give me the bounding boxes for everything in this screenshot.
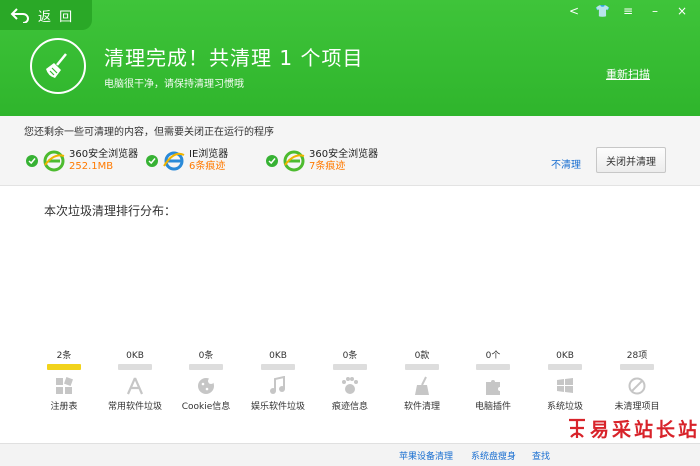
category-bar	[548, 364, 582, 370]
running-program-item: 360安全浏览器 7条痕迹	[266, 146, 378, 176]
cookie-icon	[198, 378, 214, 394]
running-programs-panel: 您还剩余一些可清理的内容，但需要关闭正在运行的程序 360安全浏览器 252.1…	[0, 116, 700, 186]
ranking-title: 本次垃圾清理排行分布：	[44, 204, 177, 218]
category-label: Cookie信息	[181, 402, 231, 412]
program-name: IE浏览器	[189, 149, 229, 160]
category-label: 系统垃圾	[546, 402, 583, 412]
footer-bar: 苹果设备清理 系统盘瘦身 查找	[0, 443, 700, 466]
category-value: 0KB	[556, 351, 574, 361]
program-name: 360安全浏览器	[309, 149, 379, 160]
watermark-text: 易采站长站	[589, 418, 700, 441]
broom-icon	[46, 53, 67, 78]
category-registry[interactable]: 2条注册表	[28, 350, 100, 412]
puzzle-icon	[486, 380, 500, 395]
category-value: 28项	[626, 351, 648, 361]
minimize-icon[interactable]: –	[649, 3, 661, 19]
window-controls: < 👕 ≡ – ×	[568, 3, 688, 19]
check-icon	[26, 155, 38, 167]
share-icon[interactable]: <	[568, 3, 580, 19]
category-bar	[620, 364, 654, 370]
category-bar	[261, 364, 295, 370]
category-value: 0条	[342, 351, 358, 361]
category-value: 0个	[485, 351, 501, 361]
back-button[interactable]: 返 回	[0, 0, 92, 30]
category-label: 电脑插件	[474, 402, 511, 412]
windows-icon	[557, 378, 573, 393]
broom-icon	[415, 376, 429, 395]
check-icon	[146, 155, 158, 167]
ie-browser-icon	[163, 151, 185, 171]
skin-icon[interactable]: 👕	[595, 3, 610, 19]
category-label: 软件清理	[403, 402, 440, 412]
category-label: 痕迹信息	[331, 402, 368, 412]
category-label: 未清理项目	[614, 402, 660, 412]
category-bar	[333, 364, 367, 370]
registry-icon	[56, 377, 73, 394]
running-notice: 您还剩余一些可清理的内容，但需要关闭正在运行的程序	[24, 127, 274, 138]
category-value: 0条	[198, 351, 214, 361]
category-footprint[interactable]: 0条痕迹信息	[314, 350, 386, 412]
category-label: 常用软件垃圾	[107, 402, 162, 412]
close-and-clean-button[interactable]: 关闭并清理	[596, 147, 666, 173]
result-title: 清理完成！共清理 1 个项目	[104, 46, 364, 70]
back-arrow-icon	[10, 8, 29, 23]
watermark-logo-icon	[568, 418, 585, 438]
site-watermark: 易采站长站	[566, 412, 700, 444]
result-header: 返 回 < 👕 ≡ – × 清理完成！共清理 1 个项目 电脑很干净，请保持清理…	[0, 0, 700, 116]
running-program-item: 360安全浏览器 252.1MB	[26, 146, 138, 176]
category-value: 2条	[56, 351, 72, 361]
category-bar	[47, 364, 81, 370]
footprint-icon	[342, 377, 358, 394]
forbidden-icon	[628, 377, 646, 395]
check-icon	[266, 155, 278, 167]
category-music-note[interactable]: 0KB 娱乐软件垃圾	[242, 350, 314, 412]
browser-360-icon	[43, 150, 65, 172]
category-app-store[interactable]: 0KB 常用软件垃圾	[99, 350, 171, 412]
category-bar	[118, 364, 152, 370]
category-cookie[interactable]: 0条 Cookie信息	[170, 350, 242, 412]
category-windows[interactable]: 0KB 系统垃圾	[529, 350, 601, 412]
category-broom[interactable]: 0款软件清理	[386, 350, 458, 412]
browser-360-icon	[283, 150, 305, 172]
apple-device-clean-link[interactable]: 苹果设备清理	[399, 449, 453, 462]
program-name: 360安全浏览器	[69, 149, 139, 160]
program-detail: 252.1MB	[69, 161, 114, 172]
program-detail: 6条痕迹	[189, 161, 226, 172]
category-bar	[405, 364, 439, 370]
app-store-icon	[126, 377, 144, 395]
rescan-link[interactable]: 重新扫描	[606, 66, 650, 82]
category-bar	[189, 364, 223, 370]
music-note-icon	[270, 376, 285, 394]
category-label: 娱乐软件垃圾	[250, 402, 305, 412]
category-value: 0KB	[269, 351, 287, 361]
skip-clean-link[interactable]: 不清理	[551, 156, 581, 171]
system-disk-slim-link[interactable]: 系统盘瘦身	[471, 449, 516, 462]
running-program-item: IE浏览器 6条痕迹	[146, 146, 228, 176]
broom-badge	[30, 38, 86, 94]
result-subtitle: 电脑很干净，请保持清理习惯哦	[104, 79, 244, 90]
category-forbidden[interactable]: 28项未清理项目	[601, 350, 673, 412]
category-bar	[476, 364, 510, 370]
program-detail: 7条痕迹	[309, 161, 346, 172]
menu-icon[interactable]: ≡	[622, 3, 634, 19]
category-value: 0KB	[126, 351, 144, 361]
close-icon[interactable]: ×	[676, 3, 688, 19]
category-label: 注册表	[50, 402, 78, 412]
category-puzzle[interactable]: 0个电脑插件	[457, 350, 529, 412]
find-link[interactable]: 查找	[532, 449, 550, 462]
category-value: 0款	[414, 351, 430, 361]
back-label: 返 回	[38, 9, 75, 25]
